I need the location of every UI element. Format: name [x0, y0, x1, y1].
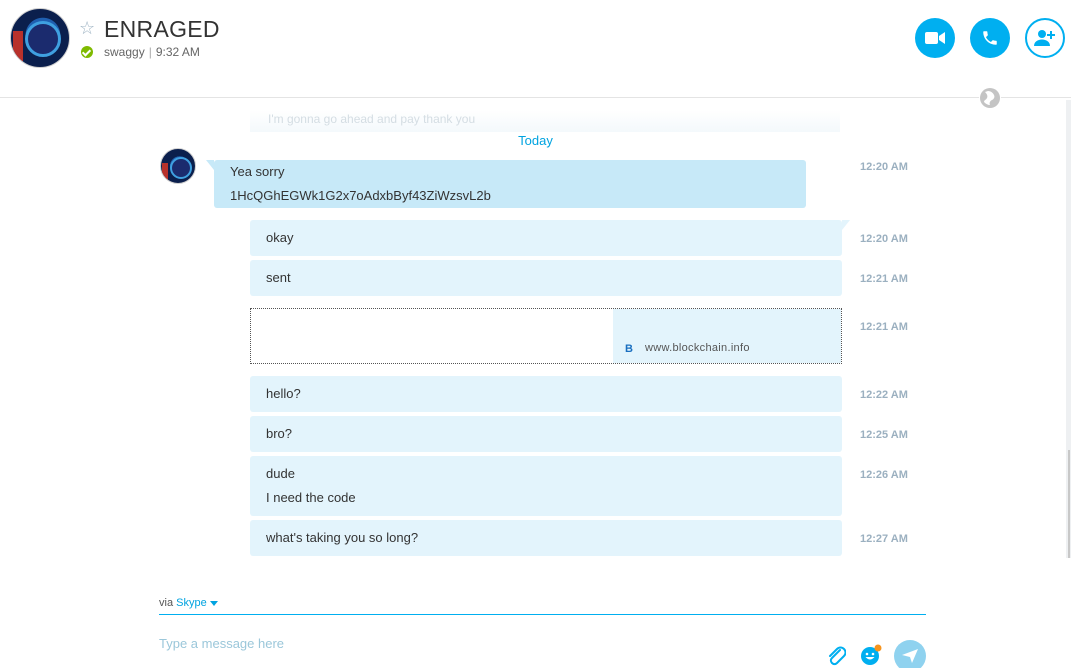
contact-name[interactable]: ENRAGED [104, 16, 220, 43]
message-line: I need the code [266, 490, 356, 505]
message-timestamp: 12:20 AM [860, 233, 908, 245]
avatar-decoration [13, 31, 23, 61]
conversation-header: ☆ ENRAGED swaggy | 9:32 AM [0, 0, 1071, 98]
previous-message-faded: I'm gonna go ahead and pay thank you [250, 110, 840, 132]
globe-icon[interactable] [979, 87, 1001, 109]
outgoing-message[interactable]: bro? [250, 416, 842, 452]
message-timestamp: 12:25 AM [860, 429, 908, 441]
message-line: Yea sorry [230, 164, 285, 179]
local-time: 9:32 AM [155, 45, 200, 59]
message-line: dude [266, 466, 295, 481]
message-input[interactable] [159, 632, 799, 654]
message-timestamp: 12:22 AM [860, 389, 908, 401]
link-preview-card[interactable]: B www.blockchain.info [250, 308, 842, 364]
message-timestamp: 12:21 AM [860, 273, 908, 285]
chat-scroll-thumb[interactable] [1068, 450, 1070, 558]
via-selector[interactable]: via Skype [159, 597, 218, 609]
via-label: via [159, 597, 174, 609]
outgoing-message[interactable]: what's taking you so long? [250, 520, 842, 556]
message-timestamp: 12:21 AM [860, 321, 908, 333]
avatar-decoration [170, 157, 192, 179]
avatar-decoration [25, 21, 61, 57]
message-text: sent [266, 270, 291, 285]
emoji-icon[interactable] [860, 644, 882, 666]
online-status-icon [81, 46, 93, 58]
composer-divider [159, 614, 926, 615]
mood-text: swaggy [104, 45, 145, 59]
message-line: 1HcQGhEGWk1G2x7oAdxbByf43ZiWzsvL2b [230, 188, 491, 203]
message-text: what's taking you so long? [266, 530, 419, 545]
outgoing-message[interactable]: dude I need the code [250, 456, 842, 516]
audio-call-button[interactable] [970, 18, 1010, 58]
add-person-icon [1034, 30, 1055, 46]
chevron-down-icon[interactable] [209, 600, 218, 606]
add-people-button[interactable] [1025, 18, 1065, 58]
outgoing-message[interactable]: sent [250, 260, 842, 296]
message-text: bro? [266, 426, 293, 441]
blockchain-logo-icon: B [625, 343, 633, 355]
incoming-message[interactable]: Yea sorry 1HcQGhEGWk1G2x7oAdxbByf43ZiWzs… [206, 160, 806, 208]
via-service[interactable]: Skype [176, 597, 207, 609]
message-timestamp: 12:27 AM [860, 533, 908, 545]
send-button[interactable] [894, 640, 926, 668]
sender-avatar[interactable] [160, 148, 196, 184]
separator: | [148, 45, 152, 59]
link-preview-info[interactable]: B www.blockchain.info [613, 309, 841, 363]
star-icon[interactable]: ☆ [79, 18, 95, 39]
video-camera-icon [925, 32, 945, 44]
phone-icon [983, 31, 997, 45]
date-separator: Today [518, 133, 553, 148]
message-timestamp: 12:20 AM [860, 161, 908, 173]
contact-mood: swaggy | 9:32 AM [104, 45, 200, 59]
video-call-button[interactable] [915, 18, 955, 58]
message-text: hello? [266, 386, 301, 401]
paperclip-icon[interactable] [826, 645, 846, 667]
avatar-decoration [162, 163, 168, 181]
message-text: okay [266, 230, 294, 245]
send-icon [902, 649, 918, 663]
link-domain[interactable]: www.blockchain.info [645, 342, 750, 354]
outgoing-message[interactable]: okay [250, 220, 850, 256]
outgoing-message[interactable]: hello? [250, 376, 842, 412]
contact-avatar[interactable] [10, 8, 70, 68]
message-timestamp: 12:26 AM [860, 469, 908, 481]
